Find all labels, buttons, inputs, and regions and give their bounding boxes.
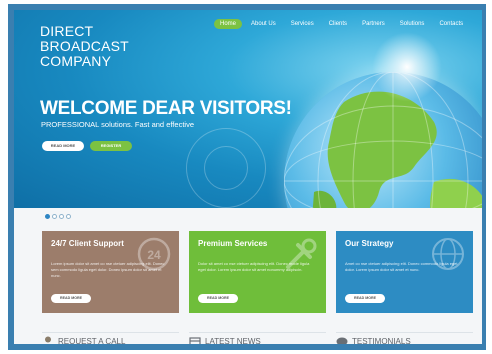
hero-banner: DIRECT BROADCAST COMPANY Home About Us S… (14, 10, 482, 208)
card-title: Premium Services (198, 239, 268, 248)
section-label: REQUEST A CALL (58, 337, 126, 346)
card-premium-services: Premium Services Dolor sit amet co nse c… (189, 231, 326, 313)
nav-partners[interactable]: Partners (356, 19, 391, 29)
browser-frame: DIRECT BROADCAST COMPANY Home About Us S… (8, 4, 486, 350)
svg-text:24: 24 (147, 248, 161, 262)
register-button[interactable]: REGISTER (90, 141, 132, 151)
slider-dot[interactable] (66, 214, 71, 219)
speech-bubble-icon (336, 337, 348, 344)
card-text: Dolor sit amet co nse ctetuer adipiscing… (198, 261, 310, 272)
hero-title: WELCOME DEAR VISITORS! (40, 98, 292, 119)
brand-line: BROADCAST (40, 38, 129, 54)
nav-services[interactable]: Services (285, 19, 320, 29)
nav-home[interactable]: Home (214, 19, 243, 29)
card-client-support: 24 24/7 Client Support Lorem ipsum dolor… (42, 231, 179, 313)
card-text: Amet co nse ctetuer adipiscing elit. Don… (345, 261, 458, 272)
decor-ring (204, 146, 248, 190)
person-icon (45, 336, 51, 344)
nav-solutions[interactable]: Solutions (394, 19, 431, 29)
card-our-strategy: Our Strategy Amet co nse ctetuer adipisc… (336, 231, 473, 313)
section-label: LATEST NEWS (205, 337, 261, 346)
section-label: TESTIMONIALS (352, 337, 411, 346)
request-call-section[interactable]: REQUEST A CALL (42, 332, 179, 346)
slider-dot[interactable] (52, 214, 57, 219)
hero-subtitle: PROFESSIONAL solutions. Fast and effecti… (41, 120, 194, 129)
nav-clients[interactable]: Clients (323, 19, 353, 29)
card-read-more-button[interactable]: READ MORE (345, 294, 385, 303)
nav-contacts[interactable]: Contacts (433, 19, 469, 29)
brand-logo[interactable]: DIRECT BROADCAST COMPANY (40, 24, 129, 69)
slider-dot[interactable] (45, 214, 50, 219)
card-title: Our Strategy (345, 239, 394, 248)
testimonials-section[interactable]: TESTIMONIALS (336, 332, 473, 346)
latest-news-section[interactable]: LATEST NEWS (189, 332, 326, 346)
read-more-button[interactable]: READ MORE (42, 141, 84, 151)
light-flare (372, 32, 442, 102)
card-read-more-button[interactable]: READ MORE (51, 294, 91, 303)
card-text: Lorem ipsum dolor sit amet co nse ctetue… (51, 261, 165, 278)
nav-about-us[interactable]: About Us (245, 19, 282, 29)
main-nav: Home About Us Services Clients Partners … (214, 19, 469, 29)
slider-dots (45, 214, 71, 219)
card-title: 24/7 Client Support (51, 239, 124, 248)
card-read-more-button[interactable]: READ MORE (198, 294, 238, 303)
calendar-icon (189, 336, 201, 344)
brand-line: COMPANY (40, 53, 112, 69)
brand-line: DIRECT (40, 23, 94, 39)
slider-dot[interactable] (59, 214, 64, 219)
